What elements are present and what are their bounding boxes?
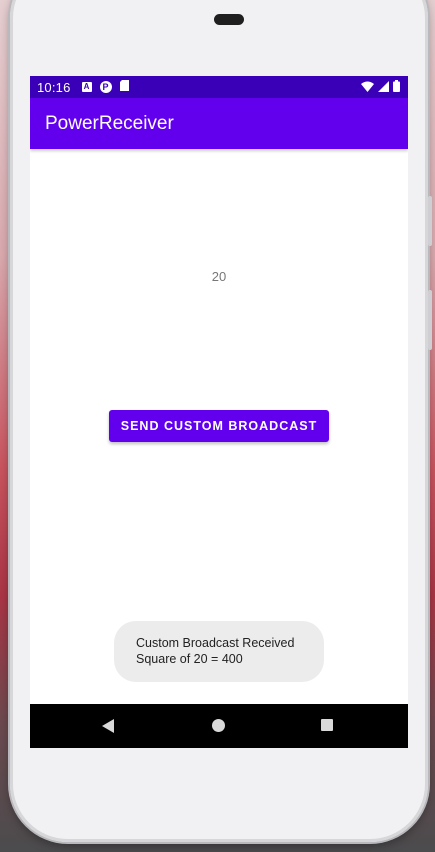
- proximity-sensor: [214, 14, 244, 25]
- navigation-bar: [30, 704, 408, 748]
- volume-button: [428, 196, 432, 246]
- sd-card-icon: [119, 80, 129, 94]
- recents-icon[interactable]: [321, 719, 333, 731]
- battery-icon: [393, 79, 400, 95]
- app-title: PowerReceiver: [45, 112, 174, 134]
- p-notification-icon: P: [99, 81, 112, 93]
- status-time: 10:16: [37, 79, 71, 95]
- send-custom-broadcast-button[interactable]: SEND CUSTOM BROADCAST: [109, 410, 329, 442]
- status-right-icons: [361, 79, 400, 95]
- power-button: [428, 290, 432, 350]
- app-bar: PowerReceiver: [30, 98, 408, 149]
- status-bar: 10:16 A P: [30, 76, 408, 98]
- number-text: 20: [211, 269, 227, 284]
- wifi-icon: [361, 80, 374, 95]
- toast-message: Custom Broadcast Received Square of 20 =…: [114, 621, 324, 682]
- signal-icon: [378, 80, 389, 95]
- device-screen: 10:16 A P PowerReceiver 20 SEND CUSTOM B…: [30, 76, 408, 748]
- back-icon[interactable]: [102, 719, 114, 733]
- toast-line-1: Custom Broadcast Received: [136, 636, 295, 650]
- toast-line-2: Square of 20 = 400: [136, 652, 243, 666]
- a-notification-icon: A: [81, 82, 92, 92]
- home-icon[interactable]: [212, 719, 225, 732]
